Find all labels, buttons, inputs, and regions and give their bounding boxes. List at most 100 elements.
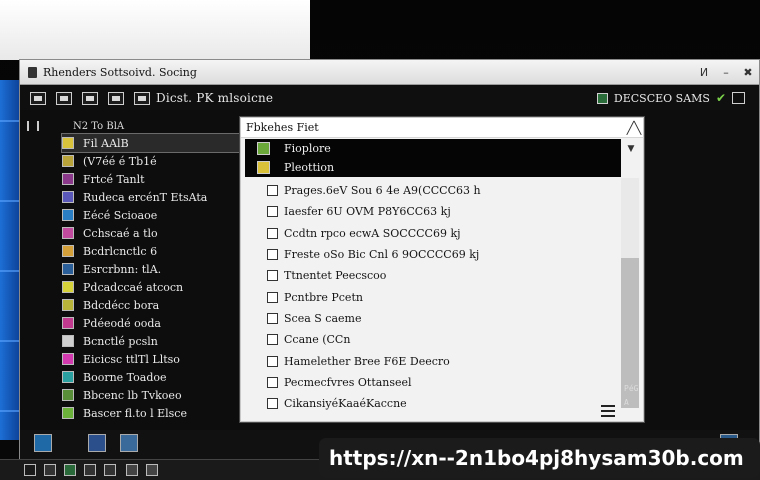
checkbox-row[interactable]: CikansiyéKaaéKaccne <box>267 393 617 414</box>
task-icon-6[interactable] <box>146 464 158 476</box>
checkbox[interactable] <box>267 185 278 197</box>
checkbox-row[interactable]: Ccdtn rpco ecwA SOCCCC69 kj <box>267 223 617 244</box>
side-value-2: A <box>624 398 629 407</box>
toolbar: Dicst. PK mlsoicne DECSCEO SAMS ✔ <box>20 86 759 110</box>
checkbox-row[interactable]: Scea S caeme <box>267 308 617 329</box>
dropdown-item[interactable]: Pleottion <box>245 158 621 177</box>
checkbox[interactable] <box>267 398 278 410</box>
file-list-item[interactable]: (V7éé é Tb1é <box>62 152 242 170</box>
window-icon[interactable] <box>82 91 98 105</box>
file-list-item-label: Bcnctlé pcsln <box>83 334 158 348</box>
checkbox[interactable] <box>267 355 278 367</box>
checkbox[interactable] <box>267 334 278 346</box>
dialog-titlebar[interactable]: Fbkehes Fiet ╱╲ <box>241 118 643 138</box>
file-thumbnail-icon <box>62 335 74 347</box>
checkbox[interactable] <box>267 376 278 388</box>
checkbox-label: Prages.6eV Sou 6 4e A9(CCCC63 h <box>284 184 481 198</box>
task-icon-2[interactable] <box>64 464 76 476</box>
checkbox[interactable] <box>267 291 278 303</box>
task-icon-4[interactable] <box>104 464 116 476</box>
image-icon[interactable] <box>56 91 72 105</box>
checkbox-label: Ccane (CCn <box>284 333 351 347</box>
checkbox-row[interactable]: Hamelether Bree F6E Deecro <box>267 350 617 371</box>
checkbox-label: Iaesfer 6U OVM P8Y6CC63 kj <box>284 205 451 219</box>
document-icon[interactable] <box>108 91 124 105</box>
file-thumbnail-icon <box>62 137 74 149</box>
toolbar-right-group: DECSCEO SAMS ✔ <box>596 91 759 105</box>
file-list-item[interactable]: Bdcdécc bora <box>62 296 242 314</box>
file-list-item[interactable]: Fil AAlB <box>61 133 243 153</box>
chart-app-icon[interactable] <box>88 434 106 452</box>
file-thumbnail-icon <box>62 299 74 311</box>
file-list-item[interactable]: Eécé Scioaoe <box>62 206 242 224</box>
checkbox-row[interactable]: Ccane (CCn <box>267 329 617 350</box>
dropdown-item[interactable]: Fioplore <box>245 139 621 158</box>
checkmark-icon[interactable]: ✔ <box>716 91 726 105</box>
file-list-item[interactable]: Bcdrlcnctlc 6 <box>62 242 242 260</box>
file-list-item[interactable]: Esrcrbnn: tlA. <box>62 260 242 278</box>
file-thumbnail-icon <box>62 371 74 383</box>
checkbox[interactable] <box>267 312 278 324</box>
column-icon[interactable] <box>27 121 33 131</box>
app-launcher-icon[interactable] <box>34 434 52 452</box>
file-list-item[interactable]: Frtcé Tanlt <box>62 170 242 188</box>
file-list-item-label: Pdcadccaé atcocn <box>83 280 184 294</box>
checkbox[interactable] <box>267 270 278 282</box>
file-thumbnail-icon <box>62 227 74 239</box>
photo-app-icon[interactable] <box>120 434 138 452</box>
file-list-item[interactable]: Bascer fl.to l Elsce <box>62 404 242 422</box>
close-icon[interactable]: ✖ <box>737 66 759 79</box>
checkbox-row[interactable]: Iaesfer 6U OVM P8Y6CC63 kj <box>267 201 617 222</box>
window-title: Rhenders Sottsoivd. Socing <box>43 65 197 79</box>
file-list-item-label: (V7éé é Tb1é <box>83 154 157 168</box>
file-list-header-label: N2 To BlA <box>73 120 125 132</box>
checkbox-row[interactable]: Pcntbre Pcetn <box>267 286 617 307</box>
checkbox[interactable] <box>267 249 278 261</box>
file-list-item[interactable]: Rudeca ercénT EtsAta <box>62 188 242 206</box>
task-icon-5[interactable] <box>126 464 138 476</box>
checkbox[interactable] <box>267 227 278 239</box>
scrollbar-track[interactable] <box>621 178 639 258</box>
task-icon-1[interactable] <box>44 464 56 476</box>
menu-icon[interactable] <box>601 405 615 417</box>
file-list-item[interactable]: Pdcadccaé atcocn <box>62 278 242 296</box>
status-icon[interactable] <box>596 92 608 104</box>
checkbox-label: Pcntbre Pcetn <box>284 290 363 304</box>
checkbox-row[interactable]: Prages.6eV Sou 6 4e A9(CCCC63 h <box>267 180 617 201</box>
folder-icon[interactable] <box>134 91 150 105</box>
checkbox-row[interactable]: Ttnentet Peecscoo <box>267 265 617 286</box>
file-list-item[interactable]: Bbcenc lb Tvkoeo <box>62 386 242 404</box>
file-list-item[interactable]: Cchscaé a tlo <box>62 224 242 242</box>
file-list-item[interactable]: Pdéeodé ooda <box>62 314 242 332</box>
task-icon-3[interactable] <box>84 464 96 476</box>
file-thumbnail-icon <box>62 407 74 419</box>
file-thumbnail-icon <box>62 155 74 167</box>
file-list-item[interactable]: Boorne Toadoe <box>62 368 242 386</box>
dialog: Fbkehes Fiet ╱╲ Fioplore Pleottion ▼ Prag… <box>240 117 644 422</box>
checkbox-row[interactable]: Freste oSo Bic Cnl 6 9OCCCC69 kj <box>267 244 617 265</box>
file-list-item-label: Bcdrlcnctlc 6 <box>83 244 158 258</box>
checkbox-row[interactable]: Pecmecfvres Ottanseel <box>267 372 617 393</box>
file-thumbnail-icon <box>62 353 74 365</box>
file-thumbnail-icon <box>62 389 74 401</box>
app-icon <box>28 66 37 78</box>
restore-icon[interactable]: – <box>715 66 737 79</box>
start-icon[interactable] <box>24 464 36 476</box>
file-list-item-label: Pdéeodé ooda <box>83 316 161 330</box>
checkbox[interactable] <box>267 206 278 218</box>
monitor-icon[interactable] <box>30 91 46 105</box>
dropdown-item-label: Fioplore <box>284 142 331 155</box>
window-titlebar[interactable]: Rhenders Sottsoivd. Socing И – ✖ <box>20 60 759 85</box>
checkbox-list: Prages.6eV Sou 6 4e A9(CCCC63 h Iaesfer 6… <box>267 180 617 414</box>
file-thumbnail-icon <box>62 173 74 185</box>
file-list-item[interactable]: Eicicsc ttlTl Lltso <box>62 350 242 368</box>
column-icon-2[interactable] <box>37 121 43 131</box>
minimize-icon[interactable]: И <box>693 66 715 79</box>
dialog-close-icon[interactable]: ╱╲ <box>625 121 643 135</box>
box-icon[interactable] <box>732 92 745 104</box>
item-icon <box>257 142 270 155</box>
toolbar-title: Dicst. PK mlsoicne <box>156 91 274 105</box>
chevron-down-icon[interactable]: ▼ <box>623 140 639 176</box>
file-thumbnail-icon <box>62 245 74 257</box>
file-list-item[interactable]: Bcnctlé pcsln <box>62 332 242 350</box>
